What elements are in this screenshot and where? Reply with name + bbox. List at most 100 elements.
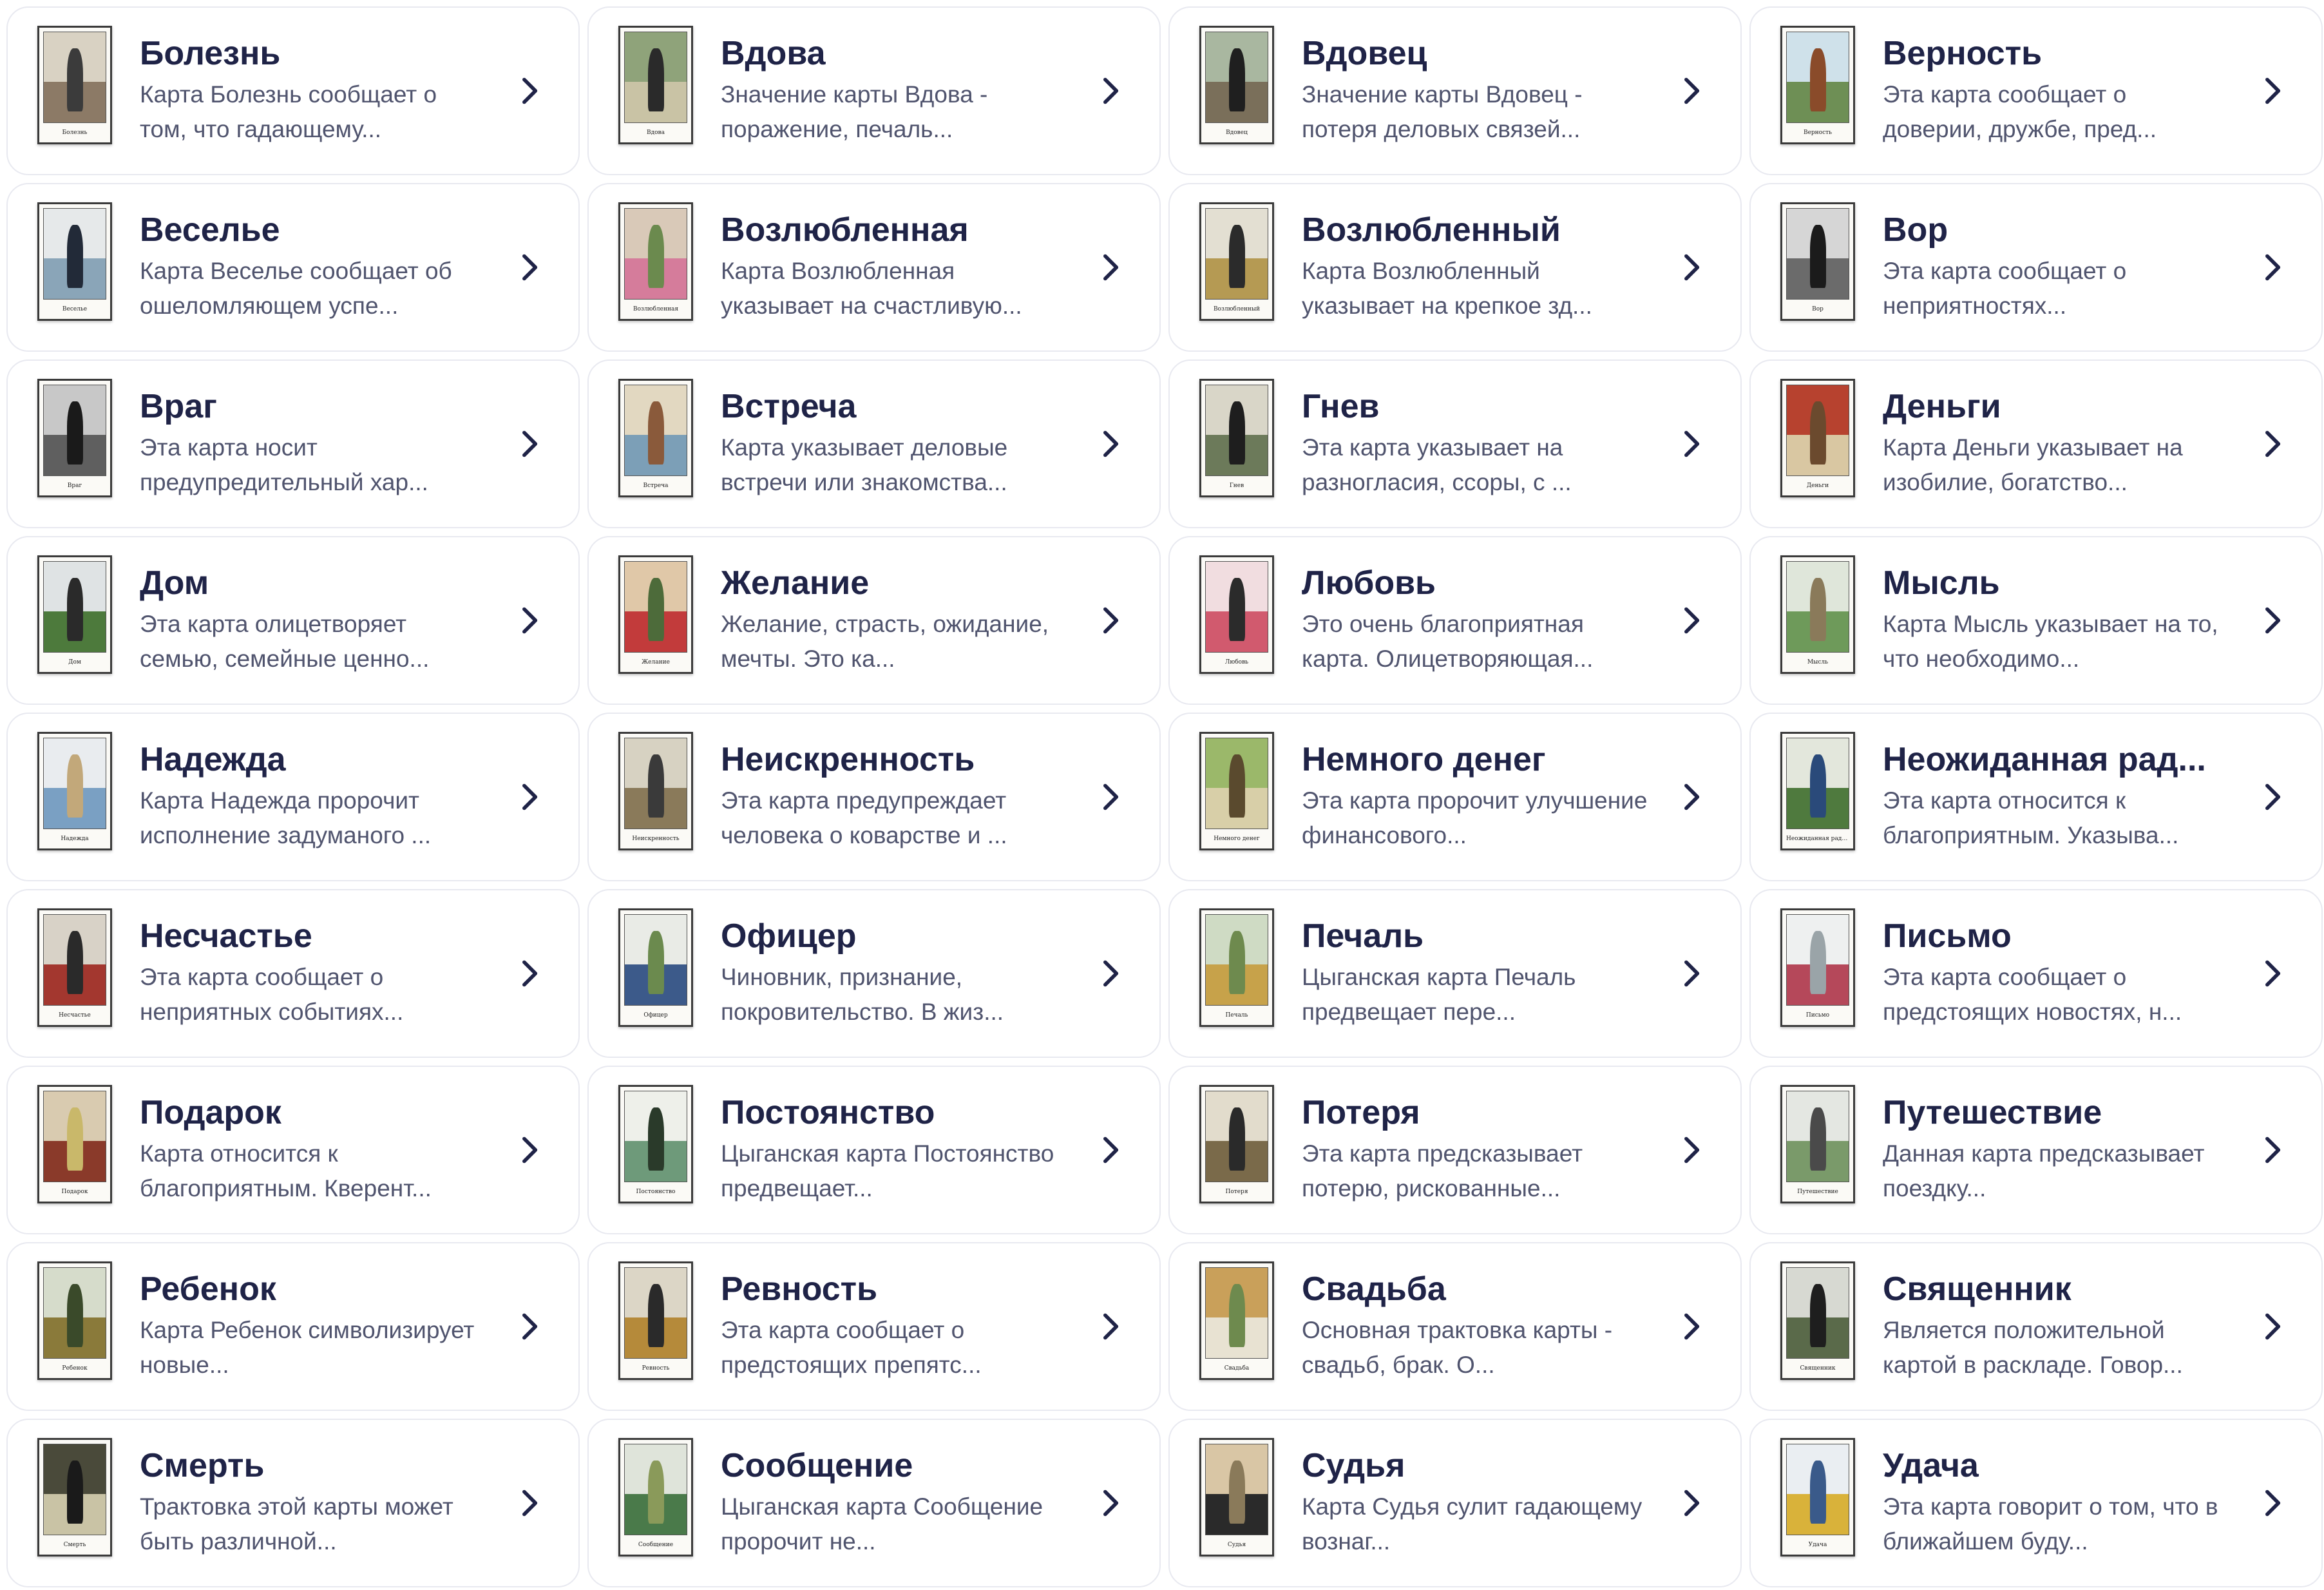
chevron-right-icon[interactable] — [1092, 955, 1129, 991]
card-image: Удача — [1780, 1438, 1855, 1556]
card-art-figure — [1810, 931, 1827, 995]
card-image-caption: Враг — [67, 483, 82, 489]
chevron-right-icon[interactable] — [1673, 779, 1710, 815]
card-item[interactable]: Ребенок Ребенок Карта Ребенок символизир… — [6, 1242, 580, 1411]
card-item[interactable]: Вдовец Вдовец Значение карты Вдовец - по… — [1168, 6, 1742, 175]
chevron-right-icon[interactable] — [2254, 1132, 2291, 1168]
card-art — [624, 738, 687, 829]
chevron-right-icon[interactable] — [2254, 426, 2291, 462]
card-item[interactable]: Надежда Надежда Карта Надежда пророчит и… — [6, 713, 580, 881]
chevron-right-icon[interactable] — [1673, 602, 1710, 638]
card-art-figure — [67, 931, 84, 995]
card-item[interactable]: Любовь Любовь Это очень благоприятная ка… — [1168, 536, 1742, 705]
card-item[interactable]: Сообщение Сообщение Цыганская карта Сооб… — [587, 1419, 1161, 1587]
card-art — [1786, 1267, 1849, 1359]
chevron-right-icon[interactable] — [1092, 73, 1129, 109]
card-item[interactable]: Возлюбленная Возлюбленная Карта Возлюбле… — [587, 183, 1161, 352]
card-item[interactable]: Письмо Письмо Эта карта сообщает о предс… — [1749, 889, 2323, 1058]
card-item[interactable]: Подарок Подарок Карта относится к благоп… — [6, 1066, 580, 1234]
card-image-caption: Любовь — [1224, 659, 1249, 666]
chevron-right-icon[interactable] — [511, 955, 548, 991]
card-item[interactable]: Неискренность Неискренность Эта карта пр… — [587, 713, 1161, 881]
card-item[interactable]: Офицер Офицер Чиновник, признание, покро… — [587, 889, 1161, 1058]
card-title: Неискренность — [721, 741, 975, 778]
chevron-right-icon[interactable] — [2254, 779, 2291, 815]
chevron-right-icon[interactable] — [1092, 1308, 1129, 1345]
card-title: Офицер — [721, 917, 857, 955]
chevron-right-icon[interactable] — [2254, 1485, 2291, 1521]
chevron-right-icon[interactable] — [2254, 1308, 2291, 1345]
chevron-right-icon[interactable] — [511, 73, 548, 109]
chevron-right-icon[interactable] — [1092, 779, 1129, 815]
card-item[interactable]: Дом Дом Эта карта олицетворяет семью, се… — [6, 536, 580, 705]
card-item[interactable]: Вор Вор Эта карта сообщает о неприятност… — [1749, 183, 2323, 352]
card-description: Эта карта олицетворяет семью, семейные ц… — [140, 611, 430, 672]
card-item[interactable]: Ревность Ревность Эта карта сообщает о п… — [587, 1242, 1161, 1411]
card-item[interactable]: Судья Судья Карта Судья сулит гадающему … — [1168, 1419, 1742, 1587]
chevron-right-icon[interactable] — [2254, 73, 2291, 109]
card-title: Немного денег — [1302, 741, 1546, 778]
card-item[interactable]: Путешествие Путешествие Данная карта пре… — [1749, 1066, 2323, 1234]
chevron-right-icon[interactable] — [1673, 73, 1710, 109]
card-art-figure — [1229, 401, 1246, 465]
card-item[interactable]: Встреча Встреча Карта указывает деловые … — [587, 359, 1161, 528]
card-item[interactable]: Веселье Веселье Карта Веселье сообщает о… — [6, 183, 580, 352]
chevron-right-icon[interactable] — [2254, 602, 2291, 638]
chevron-right-icon[interactable] — [1673, 1308, 1710, 1345]
card-image-caption: Желание — [642, 659, 670, 666]
chevron-right-icon[interactable] — [1673, 426, 1710, 462]
card-text: Вор Эта карта сообщает о неприятностях..… — [1883, 210, 2231, 323]
card-art-figure — [1810, 754, 1827, 818]
chevron-right-icon[interactable] — [1673, 1132, 1710, 1168]
card-description: Карта относится к благоприятным. Кверент… — [140, 1140, 432, 1202]
card-title: Враг — [140, 388, 217, 425]
chevron-right-icon[interactable] — [511, 1485, 548, 1521]
chevron-right-icon[interactable] — [511, 602, 548, 638]
chevron-right-icon[interactable] — [1092, 602, 1129, 638]
card-item[interactable]: Удача Удача Эта карта говорит о том, что… — [1749, 1419, 2323, 1587]
chevron-right-icon[interactable] — [1092, 1485, 1129, 1521]
card-description: Карта Деньги указывает на изобилие, бога… — [1883, 434, 2183, 495]
card-item[interactable]: Постоянство Постоянство Цыганская карта … — [587, 1066, 1161, 1234]
card-description: Данная карта предсказывает поездку... — [1883, 1140, 2205, 1202]
card-image-caption: Возлюбленная — [633, 306, 678, 312]
card-description: Эта карта сообщает о предстоящих препятс… — [721, 1317, 982, 1378]
chevron-right-icon[interactable] — [2254, 249, 2291, 285]
card-item[interactable]: Гнев Гнев Эта карта указывает на разногл… — [1168, 359, 1742, 528]
chevron-right-icon[interactable] — [1673, 955, 1710, 991]
card-image-caption: Свадьба — [1224, 1365, 1250, 1372]
chevron-right-icon[interactable] — [1092, 249, 1129, 285]
card-item[interactable]: Смерть Смерть Трактовка этой карты может… — [6, 1419, 580, 1587]
chevron-right-icon[interactable] — [1092, 426, 1129, 462]
card-item[interactable]: Мысль Мысль Карта Мысль указывает на то,… — [1749, 536, 2323, 705]
card-item[interactable]: Свадьба Свадьба Основная трактовка карты… — [1168, 1242, 1742, 1411]
card-image: Деньги — [1780, 379, 1855, 497]
card-item[interactable]: Болезнь Болезнь Карта Болезнь сообщает о… — [6, 6, 580, 175]
card-item[interactable]: Немного денег Немного денег Эта карта пр… — [1168, 713, 1742, 881]
card-item[interactable]: Несчастье Несчастье Эта карта сообщает о… — [6, 889, 580, 1058]
card-grid: Болезнь Болезнь Карта Болезнь сообщает о… — [6, 6, 2324, 1590]
chevron-right-icon[interactable] — [511, 426, 548, 462]
chevron-right-icon[interactable] — [511, 1132, 548, 1168]
chevron-right-icon[interactable] — [511, 249, 548, 285]
card-item[interactable]: Вдова Вдова Значение карты Вдова - пораж… — [587, 6, 1161, 175]
chevron-right-icon[interactable] — [2254, 955, 2291, 991]
chevron-right-icon[interactable] — [511, 1308, 548, 1345]
card-item[interactable]: Враг Враг Эта карта носит предупредитель… — [6, 359, 580, 528]
card-title: Печаль — [1302, 917, 1424, 955]
card-text: Мысль Карта Мысль указывает на то, что н… — [1883, 563, 2231, 676]
card-item[interactable]: Потеря Потеря Эта карта предсказывает по… — [1168, 1066, 1742, 1234]
chevron-right-icon[interactable] — [1673, 1485, 1710, 1521]
card-item[interactable]: Деньги Деньги Карта Деньги указывает на … — [1749, 359, 2323, 528]
card-item[interactable]: Священник Священник Является положительн… — [1749, 1242, 2323, 1411]
card-art — [1786, 1091, 1849, 1182]
card-item[interactable]: Желание Желание Желание, страсть, ожидан… — [587, 536, 1161, 705]
card-item[interactable]: Возлюбленный Возлюбленный Карта Возлюбле… — [1168, 183, 1742, 352]
card-text: Неискренность Эта карта предупреждает че… — [721, 740, 1069, 853]
chevron-right-icon[interactable] — [511, 779, 548, 815]
chevron-right-icon[interactable] — [1673, 249, 1710, 285]
chevron-right-icon[interactable] — [1092, 1132, 1129, 1168]
card-item[interactable]: Неожиданная радость Неожиданная рад... Э… — [1749, 713, 2323, 881]
card-item[interactable]: Печаль Печаль Цыганская карта Печаль пре… — [1168, 889, 1742, 1058]
card-item[interactable]: Верность Верность Эта карта сообщает о д… — [1749, 6, 2323, 175]
